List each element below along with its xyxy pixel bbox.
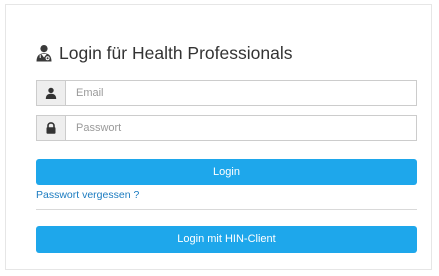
email-input-group — [36, 80, 417, 106]
password-input-group — [36, 115, 417, 141]
page-title: Login für Health Professionals — [59, 43, 293, 63]
login-header: Login für Health Professionals — [35, 41, 292, 65]
password-field[interactable] — [65, 115, 417, 141]
forgot-password-link[interactable]: Passwort vergessen ? — [36, 188, 139, 202]
login-panel: Login für Health Professionals Login Pas… — [5, 4, 432, 270]
login-button[interactable]: Login — [36, 159, 417, 185]
email-field[interactable] — [65, 80, 417, 106]
user-icon — [36, 80, 65, 106]
lock-icon — [36, 115, 65, 141]
hin-login-button[interactable]: Login mit HIN-Client — [36, 226, 417, 253]
doctor-icon — [35, 44, 53, 62]
divider — [36, 209, 417, 210]
